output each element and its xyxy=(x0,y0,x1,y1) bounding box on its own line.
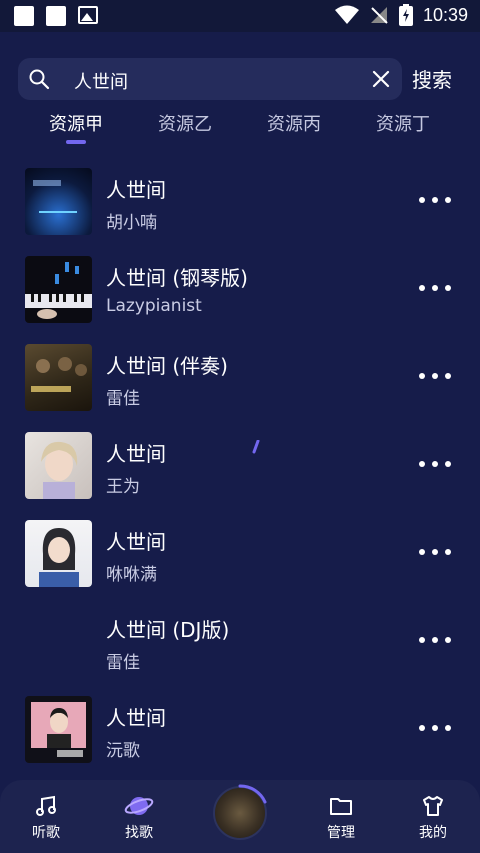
list-item[interactable]: 人世间 (钢琴版) Lazypianist xyxy=(0,256,480,344)
song-artist: 王为 xyxy=(106,477,140,497)
song-title: 人世间 (钢琴版) xyxy=(106,266,248,290)
album-cover xyxy=(25,168,92,235)
image-notification-icon xyxy=(78,6,98,24)
nav-mine[interactable]: 我的 xyxy=(398,780,468,853)
list-item[interactable]: 人世间 王为 xyxy=(0,432,480,520)
nav-label: 管理 xyxy=(327,825,355,841)
source-tabs: 资源甲 资源乙 资源丙 资源丁 xyxy=(0,110,480,150)
more-options-icon[interactable] xyxy=(418,458,452,470)
planet-icon xyxy=(124,797,154,815)
system-icons: 10:39 xyxy=(334,4,468,26)
loading-spinner-icon xyxy=(252,440,260,454)
close-icon[interactable] xyxy=(370,68,392,90)
song-title: 人世间 (伴奏) xyxy=(106,354,228,378)
more-options-icon[interactable] xyxy=(418,546,452,558)
song-artist: 雷佳 xyxy=(106,389,140,409)
tab-source-d[interactable]: 资源丁 xyxy=(376,110,430,136)
album-cover xyxy=(25,256,92,323)
more-options-icon[interactable] xyxy=(418,370,452,382)
more-options-icon[interactable] xyxy=(418,194,452,206)
list-item[interactable]: 人世间 (伴奏) 雷佳 xyxy=(0,344,480,432)
list-item[interactable]: 人世间 (DJ版) 雷佳 xyxy=(0,608,480,696)
song-title: 人世间 (DJ版) xyxy=(106,618,230,642)
nav-label: 找歌 xyxy=(125,825,153,841)
album-cover xyxy=(25,696,92,763)
notification-square-icon xyxy=(46,6,66,26)
notification-square-icon xyxy=(14,6,34,26)
album-cover xyxy=(25,520,92,587)
nav-listen[interactable]: 听歌 xyxy=(11,780,81,853)
song-artist: 胡小喃 xyxy=(106,213,157,233)
wifi-icon xyxy=(334,5,359,24)
active-tab-indicator xyxy=(66,140,86,144)
nav-label: 听歌 xyxy=(32,825,60,841)
no-signal-icon xyxy=(370,7,388,24)
song-title: 人世间 xyxy=(106,530,166,554)
bottom-navigation: 听歌 找歌 管理 我的 xyxy=(0,780,480,853)
album-cover xyxy=(25,344,92,411)
search-field[interactable]: 人世间 xyxy=(18,58,402,100)
status-time: 10:39 xyxy=(422,4,468,25)
album-cover xyxy=(25,432,92,499)
song-title: 人世间 xyxy=(106,178,166,202)
search-icon xyxy=(29,69,50,90)
music-note-icon xyxy=(36,795,56,816)
search-button[interactable]: 搜索 xyxy=(412,64,452,93)
tab-source-b[interactable]: 资源乙 xyxy=(158,110,212,136)
tab-source-c[interactable]: 资源丙 xyxy=(267,110,321,136)
status-bar: 10:39 xyxy=(0,0,480,32)
nav-find[interactable]: 找歌 xyxy=(104,780,174,853)
search-input[interactable]: 人世间 xyxy=(74,68,128,94)
song-artist: Lazypianist xyxy=(106,296,202,316)
song-title: 人世间 xyxy=(106,706,166,730)
playback-progress-ring xyxy=(238,784,267,804)
notification-icons xyxy=(14,6,98,26)
more-options-icon[interactable] xyxy=(418,722,452,734)
more-options-icon[interactable] xyxy=(418,634,452,646)
song-title: 人世间 xyxy=(106,442,166,466)
song-artist: 沅歌 xyxy=(106,741,140,761)
folder-icon xyxy=(330,798,352,815)
song-artist: 咻咻满 xyxy=(106,565,157,585)
list-item[interactable]: 人世间 胡小喃 xyxy=(0,168,480,256)
nav-manage[interactable]: 管理 xyxy=(306,780,376,853)
tshirt-icon xyxy=(423,796,443,816)
song-artist: 雷佳 xyxy=(106,653,140,673)
more-options-icon[interactable] xyxy=(418,282,452,294)
tab-source-a[interactable]: 资源甲 xyxy=(49,110,103,136)
list-item[interactable]: 人世间 沅歌 xyxy=(0,696,480,784)
nav-label: 我的 xyxy=(419,825,447,841)
battery-charging-icon xyxy=(398,4,413,26)
list-item[interactable]: 人世间 咻咻满 xyxy=(0,520,480,608)
